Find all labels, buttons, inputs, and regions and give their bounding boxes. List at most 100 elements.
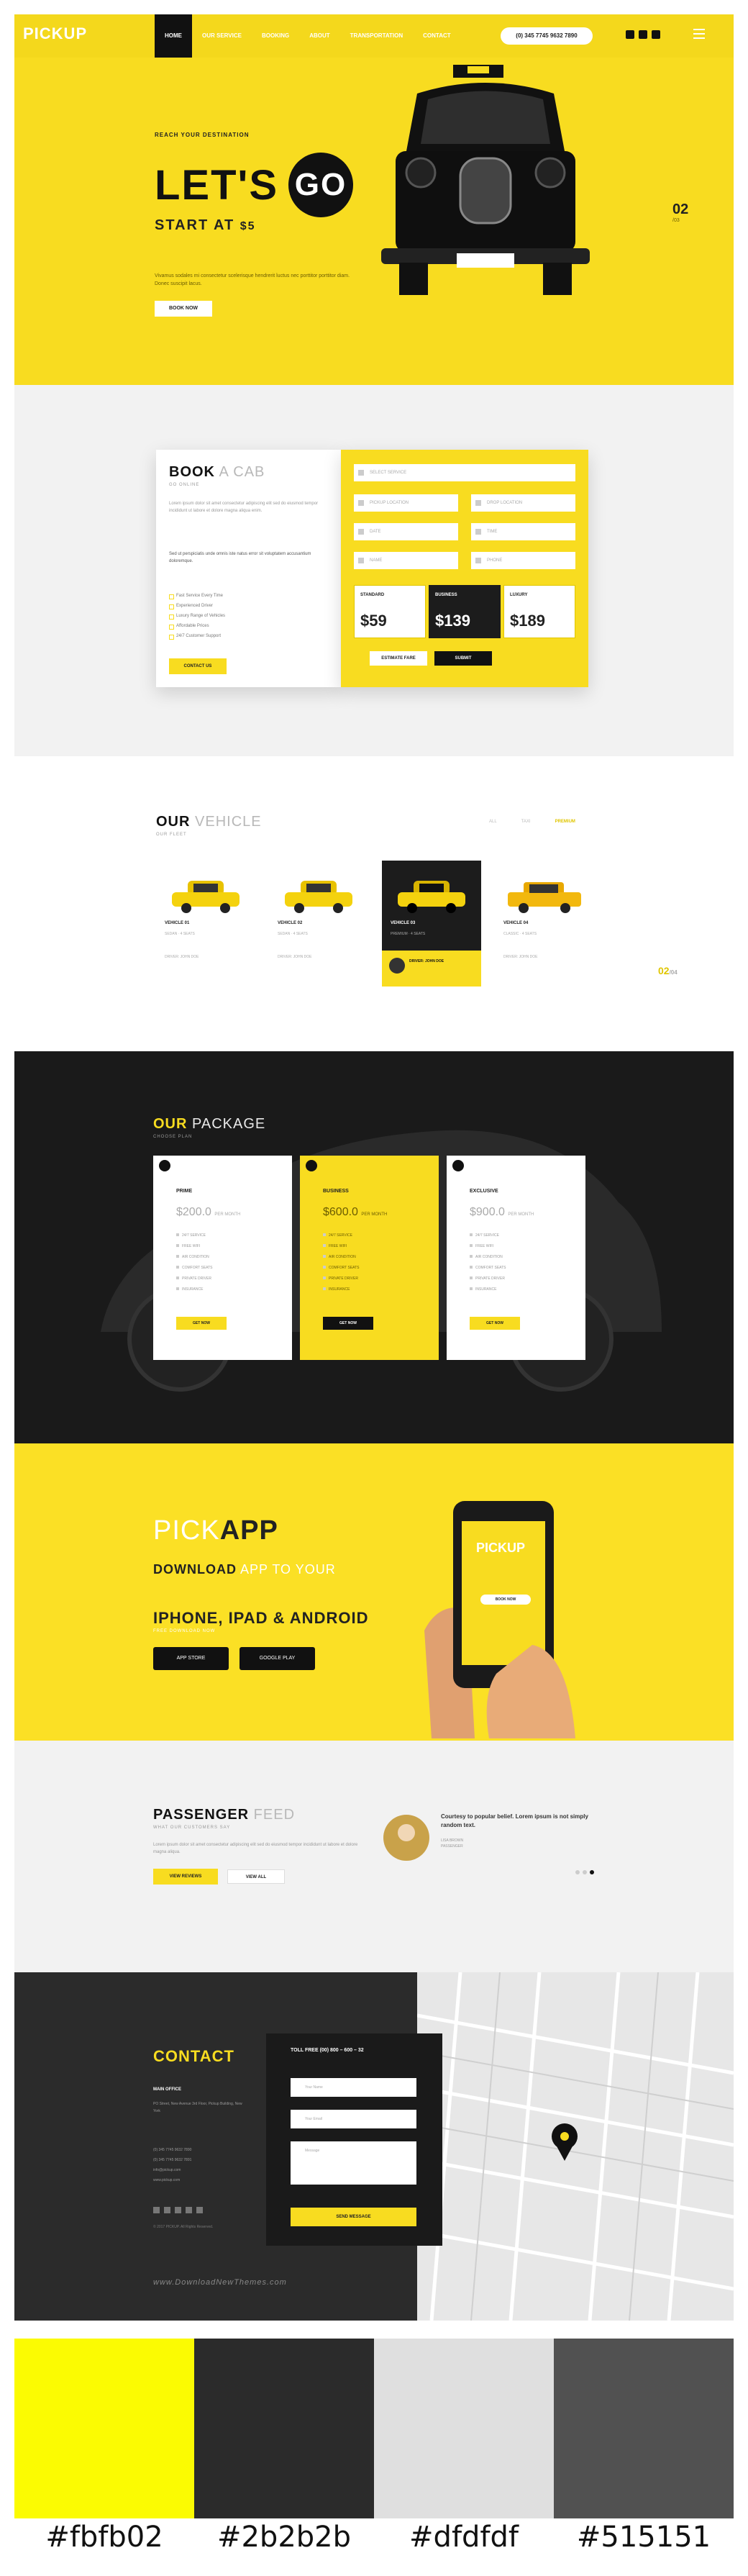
- hamburger-menu-icon[interactable]: [693, 29, 705, 39]
- phone-screen-logo: PICKUP: [476, 1541, 526, 1555]
- nav-item-home[interactable]: HOME: [155, 14, 192, 58]
- youtube-icon[interactable]: [196, 2207, 203, 2213]
- vehicle-card[interactable]: VEHICLE 01 SEDAN · 4 SEATS DRIVER: JOHN …: [156, 861, 255, 987]
- top-navbar: PICKUP HOME OUR SERVICE BOOKING ABOUT TR…: [14, 14, 734, 58]
- date-field[interactable]: DATE: [354, 523, 458, 540]
- copyright: © 2017 PICKUP. All Rights Reserved.: [153, 2225, 214, 2229]
- app-download-line: DOWNLOAD APP TO YOUR: [153, 1562, 336, 1577]
- instagram-icon[interactable]: [186, 2207, 192, 2213]
- car-class: LUXURY: [510, 593, 528, 597]
- feature-item: PRIVATE DRIVER: [176, 1276, 213, 1281]
- app-store-button[interactable]: APP STORE: [153, 1647, 229, 1670]
- social-icons: [626, 30, 660, 39]
- car-option-business[interactable]: BUSINESS $139: [429, 585, 501, 638]
- package-features: 24/7 SERVICE FREE WIFI AIR CONDITION COM…: [176, 1233, 213, 1298]
- contact-us-button[interactable]: CONTACT US: [169, 658, 227, 674]
- price-period: PER MONTH: [214, 1212, 241, 1217]
- hero-title: LET'S GO: [155, 153, 354, 217]
- name-field[interactable]: NAME: [354, 552, 458, 569]
- twitter-icon[interactable]: [639, 30, 647, 39]
- vehicle-counter-total: /04: [669, 969, 678, 976]
- get-now-button[interactable]: GET NOW: [323, 1317, 373, 1330]
- view-reviews-button[interactable]: VIEW REVIEWS: [153, 1869, 218, 1885]
- package-section: OUR PACKAGE CHOOSE PLAN PRIME $200.0 PER…: [14, 1051, 734, 1443]
- service-select[interactable]: SELECT SERVICE: [354, 464, 575, 481]
- vehicle-driver: DRIVER: JOHN DOE: [409, 959, 444, 963]
- form-message-input[interactable]: Message: [291, 2141, 416, 2185]
- carousel-dot[interactable]: [575, 1870, 580, 1874]
- taxi-car-image: [508, 882, 581, 913]
- google-play-button[interactable]: GOOGLE PLAY: [240, 1647, 315, 1670]
- nav-item-booking[interactable]: BOOKING: [252, 14, 299, 58]
- get-now-button[interactable]: GET NOW: [470, 1317, 520, 1330]
- feature-item: COMFORT SEATS: [470, 1266, 506, 1270]
- feed-paragraph: Lorem ipsum dolor sit amet consectetur a…: [153, 1843, 358, 1854]
- phone-pill[interactable]: (0) 345 7745 9632 7890: [501, 27, 593, 45]
- view-all-button[interactable]: VIEW ALL: [227, 1869, 285, 1884]
- package-name: BUSINESS: [323, 1189, 349, 1194]
- car-class: BUSINESS: [435, 593, 457, 597]
- package-title: OUR PACKAGE: [153, 1116, 265, 1133]
- testimonial-quote: Courtesy to popular belief. Lorem ipsum …: [441, 1813, 588, 1828]
- price-period: PER MONTH: [361, 1212, 388, 1217]
- form-name-input[interactable]: Your Name: [291, 2078, 416, 2097]
- contact-phone-2: (0) 345 7745 9632 7891: [153, 2158, 192, 2162]
- vehicle-meta: SEDAN · 4 SEATS: [165, 932, 195, 936]
- pickup-field[interactable]: PICKUP LOCATION: [354, 494, 458, 512]
- linkedin-icon[interactable]: [175, 2207, 181, 2213]
- vehicle-meta: PREMIUM · 4 SEATS: [391, 932, 426, 936]
- hero-description: Vivamus sodales mi consectetur scelerisq…: [155, 273, 350, 286]
- package-card-business: BUSINESS $600.0 PER MONTH 24/7 SERVICE F…: [300, 1156, 439, 1360]
- facebook-icon[interactable]: [153, 2207, 160, 2213]
- vehicle-card[interactable]: VEHICLE 02 SEDAN · 4 SEATS DRIVER: JOHN …: [269, 861, 368, 987]
- toll-free-heading: TOLL FREE (00) 800 – 600 – 32: [291, 2048, 364, 2053]
- drop-field[interactable]: DROP LOCATION: [471, 494, 575, 512]
- car-option-standard[interactable]: STANDARD $59: [354, 585, 426, 638]
- package-price: $900.0 PER MONTH: [470, 1206, 534, 1219]
- carousel-dot[interactable]: [590, 1870, 594, 1874]
- carousel-dot[interactable]: [583, 1870, 587, 1874]
- nav-item-contact[interactable]: CONTACT: [413, 14, 461, 58]
- hero-book-button[interactable]: BOOK NOW: [155, 301, 212, 317]
- nav-item-about[interactable]: ABOUT: [299, 14, 339, 58]
- vehicle-counter: 02/04: [658, 965, 678, 976]
- color-swatch-light: [374, 2339, 554, 2518]
- location-map[interactable]: [417, 1972, 734, 2321]
- passenger-avatar: [383, 1815, 429, 1861]
- site-logo[interactable]: PICKUP: [23, 24, 87, 43]
- hex-label: #2b2b2b: [216, 2521, 352, 2554]
- vehicle-card-featured[interactable]: VEHICLE 03 PREMIUM · 4 SEATS DRIVER: JOH…: [382, 861, 481, 987]
- facebook-icon[interactable]: [626, 30, 634, 39]
- package-subtitle: CHOOSE PLAN: [153, 1135, 193, 1139]
- instagram-icon[interactable]: [652, 30, 660, 39]
- car-option-luxury[interactable]: LUXURY $189: [503, 585, 575, 638]
- feature-item: FREE WIFI: [176, 1244, 213, 1248]
- vehicle-card[interactable]: VEHICLE 04 CLASSIC · 4 SEATS DRIVER: JOH…: [495, 861, 594, 987]
- submit-booking-button[interactable]: SUBMIT: [434, 651, 492, 666]
- twitter-icon[interactable]: [164, 2207, 170, 2213]
- form-email-input[interactable]: Your Email: [291, 2110, 416, 2128]
- feature-item: COMFORT SEATS: [176, 1266, 213, 1270]
- get-now-button[interactable]: GET NOW: [176, 1317, 227, 1330]
- nav-item-service[interactable]: OUR SERVICE: [192, 14, 252, 58]
- estimate-fare-button[interactable]: ESTIMATE FARE: [370, 651, 427, 666]
- contact-form: TOLL FREE (00) 800 – 600 – 32 Your Name …: [266, 2033, 442, 2246]
- phone-field[interactable]: PHONE: [471, 552, 575, 569]
- contact-website[interactable]: www.pickup.com: [153, 2175, 191, 2185]
- hero-tagline: REACH YOUR DESTINATION: [155, 132, 250, 138]
- check-item: Fast Service Every Time: [169, 594, 225, 599]
- contact-email[interactable]: info@pickup.com: [153, 2165, 191, 2175]
- page: PICKUP HOME OUR SERVICE BOOKING ABOUT TR…: [0, 0, 748, 2576]
- hero-section: REACH YOUR DESTINATION LET'S GO START AT…: [14, 58, 734, 385]
- app-line-light: APP TO YOUR: [240, 1562, 336, 1577]
- booking-form: SELECT SERVICE PICKUP LOCATION DROP LOCA…: [341, 450, 588, 687]
- taxi-car-image: [172, 881, 240, 913]
- send-message-button[interactable]: SEND MESSAGE: [291, 2208, 416, 2226]
- tab-all[interactable]: ALL: [489, 820, 497, 824]
- time-field[interactable]: TIME: [471, 523, 575, 540]
- tab-taxi[interactable]: TAXI: [521, 820, 531, 824]
- phone-screen-button: BOOK NOW: [480, 1595, 531, 1605]
- nav-item-transportation[interactable]: TRANSPORTATION: [340, 14, 413, 58]
- vehicle-meta: SEDAN · 4 SEATS: [278, 932, 308, 936]
- tab-premium[interactable]: PREMIUM: [555, 820, 575, 824]
